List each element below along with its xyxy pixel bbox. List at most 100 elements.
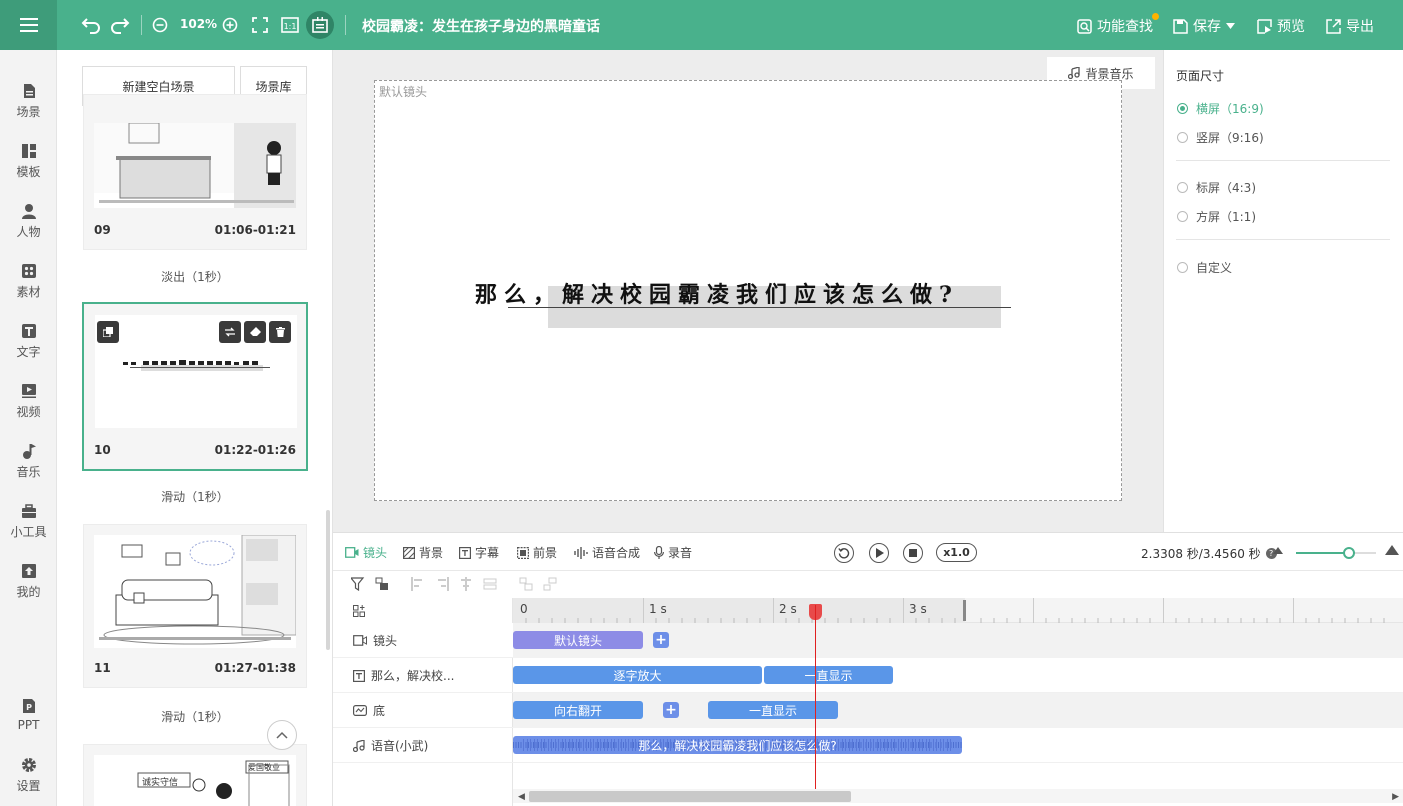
- track-label-camera[interactable]: 镜头: [353, 623, 397, 658]
- layer-icon[interactable]: [375, 577, 389, 591]
- top-toolbar: 102% 1:1 校园霸凌：发生在孩子身边的黑暗童话 功能查找 保存 预览 导出: [0, 0, 1403, 50]
- track-row-voice: 语音(小武) 那么，解决校园霸凌我们应该怎么做?: [333, 728, 1403, 763]
- undo-icon[interactable]: [80, 14, 102, 36]
- timeline-zoom-slider[interactable]: [1296, 547, 1376, 559]
- nav-video[interactable]: 视频: [0, 376, 57, 426]
- nav-person[interactable]: 人物: [0, 196, 57, 246]
- preview-button[interactable]: 预览: [1257, 16, 1305, 36]
- radio-portrait-9-16[interactable]: 竖屏（9:16): [1177, 129, 1264, 146]
- clip-voice-audio[interactable]: 那么，解决校园霸凌我们应该怎么做?: [513, 736, 962, 754]
- export-button[interactable]: 导出: [1326, 16, 1374, 36]
- save-button[interactable]: 保存: [1173, 16, 1235, 36]
- track-row-background-layer: 底 向右翻开 + 一直显示: [333, 693, 1403, 728]
- radio-landscape-16-9[interactable]: 横屏（16:9): [1177, 100, 1264, 117]
- zoom-in-timeline-icon[interactable]: [1385, 545, 1399, 555]
- redo-icon[interactable]: [109, 14, 131, 36]
- track-label-subtitle[interactable]: 那么，解决校...: [353, 658, 454, 693]
- clip-flip-right[interactable]: 向右翻开: [513, 701, 643, 719]
- nav-scene[interactable]: 场景: [0, 76, 57, 126]
- waveform-icon: [574, 546, 588, 559]
- actual-size-icon[interactable]: 1:1: [279, 14, 301, 36]
- stop-button[interactable]: [903, 543, 923, 563]
- background-icon: [403, 546, 415, 559]
- group-icon[interactable]: [519, 577, 533, 591]
- scene-time-range: 01:06-01:21: [214, 223, 296, 237]
- radio-square-1-1[interactable]: 方屏（1:1): [1177, 208, 1256, 225]
- subtitle-editor-icon[interactable]: [306, 11, 334, 39]
- subtitle-icon: [459, 546, 471, 559]
- toolbar-separator: [141, 15, 142, 35]
- scroll-right-icon[interactable]: ▶: [1392, 792, 1399, 802]
- replay-button[interactable]: [834, 543, 854, 563]
- clip-zoom-in-effect[interactable]: 逐字放大: [513, 666, 762, 684]
- clip-default-camera[interactable]: 默认镜头: [513, 631, 643, 649]
- play-icon: [875, 548, 884, 558]
- swap-scene-button[interactable]: [219, 321, 241, 343]
- time-ruler[interactable]: 0 1 s 2 s 3 s: [513, 598, 1403, 623]
- scroll-left-icon[interactable]: ◀: [518, 792, 525, 802]
- playback-speed-button[interactable]: x1.0: [936, 543, 977, 562]
- zoom-out-timeline-icon[interactable]: [1273, 547, 1283, 554]
- nav-settings[interactable]: 设置: [0, 750, 57, 800]
- replay-icon: [838, 548, 850, 559]
- scene-thumbnail: 诚实守信 爱国敬业: [94, 755, 296, 806]
- slider-knob[interactable]: [1343, 547, 1355, 559]
- nav-material[interactable]: 素材: [0, 256, 57, 306]
- tab-tts[interactable]: 语音合成: [574, 544, 640, 561]
- add-effect-button[interactable]: +: [663, 702, 679, 718]
- scene-stage[interactable]: 默认镜头 那么，解决校园霸凌我们应该怎么做?: [374, 80, 1122, 501]
- track-settings-icon[interactable]: [353, 605, 365, 617]
- scene-card-09[interactable]: 09 01:06-01:21: [83, 94, 307, 250]
- ungroup-icon[interactable]: [543, 577, 557, 591]
- nav-template[interactable]: 模板: [0, 136, 57, 186]
- clip-always-show[interactable]: 一直显示: [708, 701, 838, 719]
- scene-transition[interactable]: 淡出（1秒）: [83, 268, 307, 285]
- clear-scene-button[interactable]: [244, 321, 266, 343]
- document-title[interactable]: 校园霸凌：发生在孩子身边的黑暗童话: [362, 16, 600, 36]
- clip-always-show[interactable]: 一直显示: [764, 666, 893, 684]
- scene-list-scrollbar[interactable]: [326, 510, 330, 650]
- subtitle-text[interactable]: 那么，解决校园霸凌我们应该怎么做?: [475, 277, 1035, 309]
- delete-scene-button[interactable]: [269, 321, 291, 343]
- tab-camera[interactable]: 镜头: [345, 544, 387, 561]
- zoom-out-icon[interactable]: [149, 14, 171, 36]
- tab-background[interactable]: 背景: [403, 544, 443, 561]
- menu-icon[interactable]: [0, 0, 57, 50]
- nav-ppt[interactable]: P PPT: [0, 690, 57, 740]
- scene-number: 11: [94, 661, 111, 675]
- nav-mine[interactable]: 我的: [0, 556, 57, 606]
- nav-music[interactable]: 音乐: [0, 436, 57, 486]
- nav-text[interactable]: 文字: [0, 316, 57, 366]
- distribute-icon[interactable]: [483, 577, 497, 591]
- caret-down-icon: [1226, 23, 1235, 29]
- filter-icon[interactable]: [351, 577, 365, 591]
- playhead[interactable]: [815, 605, 816, 793]
- tab-record[interactable]: 录音: [654, 544, 692, 561]
- scene-card-11[interactable]: 11 01:27-01:38: [83, 524, 307, 688]
- scene-card-12[interactable]: 诚实守信 爱国敬业: [83, 744, 307, 806]
- copy-scene-button[interactable]: [97, 321, 119, 343]
- align-center-icon[interactable]: [459, 577, 473, 591]
- zoom-in-icon[interactable]: [219, 14, 241, 36]
- track-label-voice[interactable]: 语音(小武): [353, 728, 428, 763]
- scene-card-10[interactable]: 10 01:22-01:26: [82, 302, 308, 471]
- radio-standard-4-3[interactable]: 标屏（4:3): [1177, 179, 1256, 196]
- add-camera-button[interactable]: +: [653, 632, 669, 648]
- collapse-up-button[interactable]: [267, 720, 297, 750]
- scrollbar-thumb[interactable]: [529, 791, 851, 802]
- microphone-icon: [654, 546, 664, 559]
- radio-custom[interactable]: 自定义: [1177, 259, 1232, 276]
- function-search-button[interactable]: 功能查找: [1077, 16, 1153, 36]
- timeline-horizontal-scrollbar[interactable]: ◀ ▶: [513, 789, 1403, 803]
- ruler-label: 1 s: [649, 602, 667, 616]
- align-right-icon[interactable]: [435, 577, 449, 591]
- align-left-icon[interactable]: [411, 577, 425, 591]
- scene-transition[interactable]: 滑动（1秒）: [83, 488, 307, 505]
- play-button[interactable]: [869, 543, 889, 563]
- tab-subtitle[interactable]: 字幕: [459, 544, 499, 561]
- track-label-background-layer[interactable]: 底: [353, 693, 385, 728]
- tab-foreground[interactable]: 前景: [517, 544, 557, 561]
- fullscreen-icon[interactable]: [249, 14, 271, 36]
- thumbnail-text: 诚实守信: [142, 778, 179, 788]
- nav-toolbox[interactable]: 小工具: [0, 496, 57, 546]
